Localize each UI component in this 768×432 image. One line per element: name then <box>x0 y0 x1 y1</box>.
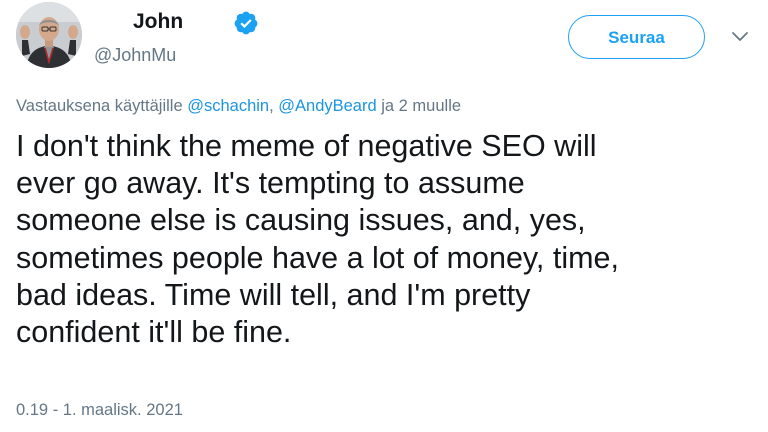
avatar-photo <box>16 2 82 68</box>
tweet-text-line: sometimes people have a lot of money, ti… <box>16 240 619 275</box>
tweet-text-line: I don't think the meme of negative SEO w… <box>16 129 597 163</box>
tweet-text: I don't think the meme of negative SEO w… <box>16 128 756 351</box>
reply-suffix: ja 2 muulle <box>376 97 462 115</box>
tweet-text-line: bad ideas. Time will tell, and I'm prett… <box>16 277 531 312</box>
reply-context: Vastauksena käyttäjille @schachin, @Andy… <box>16 96 461 116</box>
tweet-card: John @JohnMu Seuraa Vastauksena käyttäji… <box>0 0 768 432</box>
mention-link-schachin[interactable]: @schachin <box>187 97 269 115</box>
tweet-text-line: ever go away. It's tempting to assume <box>16 166 525 201</box>
reply-separator: , <box>269 97 279 115</box>
verified-badge-icon <box>234 11 258 35</box>
mention-link-andybeard[interactable]: @AndyBeard <box>278 97 376 115</box>
avatar[interactable] <box>16 2 82 68</box>
tweet-text-line: confident it'll be fine. <box>16 315 292 350</box>
reply-prefix: Vastauksena käyttäjille <box>16 97 188 115</box>
tweet-timestamp[interactable]: 0.19 - 1. maalisk. 2021 <box>16 400 183 420</box>
follow-button[interactable]: Seuraa <box>568 15 705 59</box>
tweet-text-line: someone else is causing issues, and, yes… <box>16 203 586 238</box>
display-name[interactable]: John <box>133 9 183 35</box>
author-handle[interactable]: @JohnMu <box>94 44 176 66</box>
chevron-down-icon[interactable] <box>730 30 750 44</box>
